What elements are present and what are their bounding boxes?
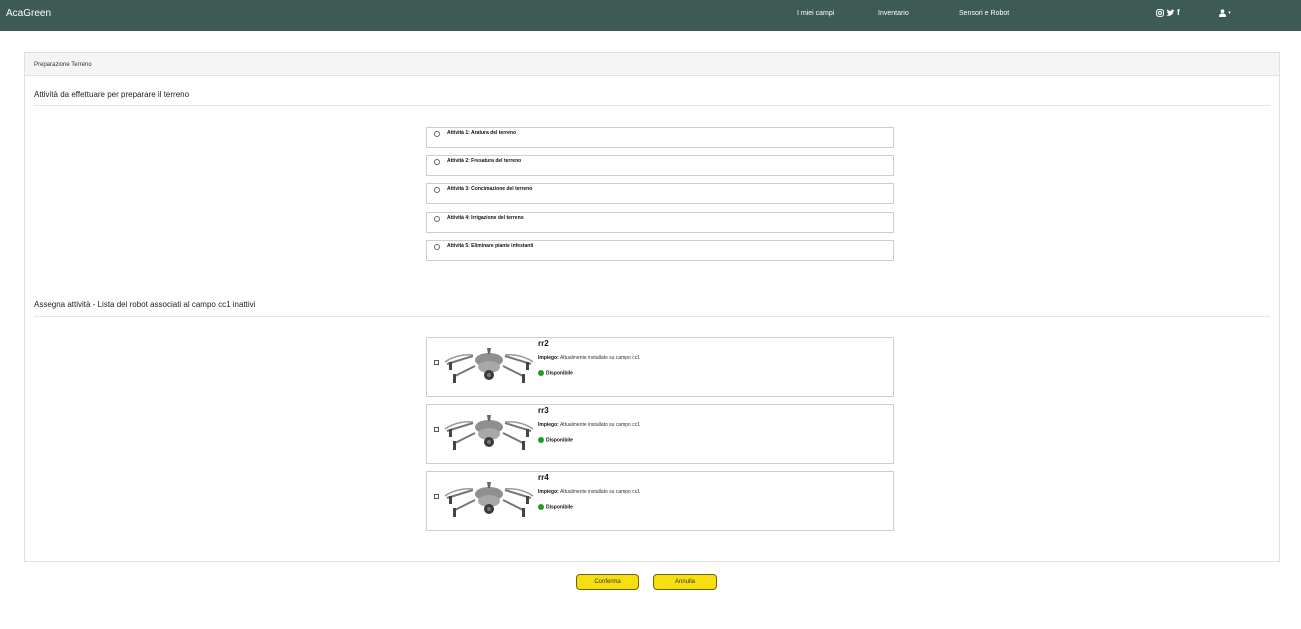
activity-option-4[interactable]: Attività 4: Irrigazione del terreno [426, 212, 894, 233]
usage-label: Impiego: [538, 355, 559, 361]
top-navbar: AcaGreen I miei campi Inventario Sensori… [0, 0, 1301, 31]
status-dot-icon [538, 504, 544, 510]
activity-label: Attività 2: Fresatura del terreno [447, 158, 522, 164]
drone-image [444, 348, 534, 383]
usage-label: Impiego: [538, 422, 559, 428]
usage-value: Attualmente installato su campo cc1 [559, 489, 641, 495]
robots-section-title: Assegna attività - Lista dei robot assoc… [34, 300, 256, 309]
activity-radio[interactable] [434, 159, 440, 165]
usage-value: Attualmente installato su campo cc1 [559, 422, 641, 428]
activity-label: Attività 3: Concimazione del terreno [447, 186, 533, 192]
activity-label: Attività 5: Eliminare piante infestanti [447, 243, 534, 249]
activity-radio[interactable] [434, 244, 440, 250]
activity-radio[interactable] [434, 131, 440, 137]
nav-link-inventory[interactable]: Inventario [878, 10, 909, 17]
instagram-icon[interactable] [1156, 9, 1164, 19]
user-icon [1219, 9, 1226, 17]
brand-logo[interactable]: AcaGreen [6, 8, 51, 19]
status-dot-icon [538, 370, 544, 376]
robot-card-rr4[interactable]: rr4 Impiego: Attualmente installato su c… [426, 471, 894, 531]
robot-usage: Impiego: Attualmente installato su campo… [538, 355, 640, 361]
status-dot-icon [538, 437, 544, 443]
activity-radio[interactable] [434, 187, 440, 193]
nav-link-sensors-robots[interactable]: Sensori e Robot [959, 10, 1009, 17]
activity-option-3[interactable]: Attività 3: Concimazione del terreno [426, 183, 894, 204]
panel-header: Preparazione Terreno [25, 53, 1279, 76]
robot-name: rr3 [538, 406, 549, 415]
status-badge: Disponibile [538, 370, 573, 376]
status-text: Disponibile [546, 437, 573, 444]
robot-name: rr2 [538, 339, 549, 348]
nav-link-my-fields[interactable]: I miei campi [797, 10, 834, 17]
drone-image [444, 415, 534, 450]
drone-image [444, 482, 534, 517]
robot-checkbox[interactable] [434, 494, 439, 499]
preparation-panel: Preparazione Terreno Attività da effettu… [24, 52, 1280, 562]
activity-label: Attività 4: Irrigazione del terreno [447, 215, 524, 221]
activity-radio[interactable] [434, 216, 440, 222]
activity-label: Attività 1: Aratura del terreno [447, 130, 516, 136]
chevron-down-icon: ▾ [1228, 10, 1231, 16]
twitter-icon[interactable] [1166, 9, 1175, 19]
robot-usage: Impiego: Attualmente installato su campo… [538, 422, 640, 428]
activities-section-title: Attività da effettuare per preparare il … [34, 90, 190, 99]
robot-checkbox[interactable] [434, 427, 439, 432]
robot-name: rr4 [538, 473, 549, 482]
confirm-button[interactable]: Conferma [576, 574, 639, 590]
user-menu[interactable]: ▾ [1219, 9, 1231, 19]
robot-card-rr2[interactable]: rr2 Impiego: Attualmente installato su c… [426, 337, 894, 397]
robot-checkbox[interactable] [434, 360, 439, 365]
activity-option-1[interactable]: Attività 1: Aratura del terreno [426, 127, 894, 148]
robot-card-rr3[interactable]: rr3 Impiego: Attualmente installato su c… [426, 404, 894, 464]
status-badge: Disponibile [538, 504, 573, 510]
section-divider [34, 316, 1270, 317]
activity-option-2[interactable]: Attività 2: Fresatura del terreno [426, 155, 894, 176]
status-text: Disponibile [546, 504, 573, 511]
robot-usage: Impiego: Attualmente installato su campo… [538, 489, 640, 495]
activity-option-5[interactable]: Attività 5: Eliminare piante infestanti [426, 240, 894, 261]
status-badge: Disponibile [538, 437, 573, 443]
facebook-icon[interactable]: f [1177, 9, 1180, 17]
usage-value: Attualmente installato su campo cc1 [559, 355, 641, 361]
cancel-button[interactable]: Annulla [653, 574, 717, 590]
status-text: Disponibile [546, 370, 573, 377]
usage-label: Impiego: [538, 489, 559, 495]
section-divider [34, 105, 1270, 106]
